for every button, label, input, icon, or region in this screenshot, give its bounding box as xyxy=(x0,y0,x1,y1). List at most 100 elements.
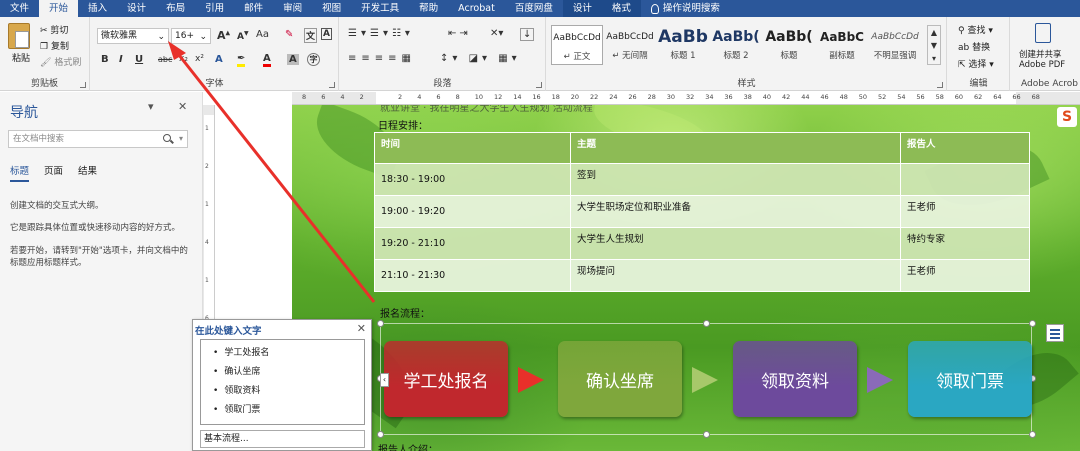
menu-tab[interactable]: 百度网盘 xyxy=(505,0,563,17)
underline-button[interactable]: U xyxy=(135,54,143,65)
styles-scroll-icon[interactable]: ▲ ▼ ▾ xyxy=(927,25,941,65)
text-pane-item[interactable]: 领取资料 xyxy=(213,384,364,403)
smartart-shape[interactable]: 领取门票 xyxy=(908,341,1032,417)
layout-options-icon[interactable] xyxy=(1046,324,1064,342)
menu-tab[interactable]: 开发工具 xyxy=(351,0,409,17)
menu-tab[interactable]: 帮助 xyxy=(409,0,448,17)
search-icon[interactable] xyxy=(163,134,171,142)
menu-tab[interactable]: 格式 xyxy=(601,0,641,17)
close-icon[interactable]: ✕ xyxy=(178,100,187,113)
style-item[interactable]: AaBb 标题 1 xyxy=(657,25,709,65)
style-item[interactable]: AaBbC 副标题 xyxy=(816,25,868,65)
resize-handle[interactable] xyxy=(1029,320,1036,327)
nav-search-input[interactable]: 在文档中搜索 ▾ xyxy=(8,130,188,148)
menu-tab[interactable]: 引用 xyxy=(195,0,234,17)
superscript-button[interactable]: x² xyxy=(195,54,204,64)
styles-launcher-icon[interactable] xyxy=(937,82,943,88)
table-cell[interactable]: 大学生人生规划 xyxy=(570,227,901,260)
char-shading-icon[interactable]: A xyxy=(287,54,299,65)
resize-handle[interactable] xyxy=(703,431,710,438)
indent-buttons-icon[interactable]: ⇤⇥ xyxy=(448,28,471,39)
menu-tab[interactable]: 审阅 xyxy=(273,0,312,17)
tab-pages[interactable]: 页面 xyxy=(44,163,63,182)
resize-handle[interactable] xyxy=(377,320,384,327)
style-item[interactable]: AaBb(标题 2 xyxy=(710,25,762,65)
nav-options-icon[interactable]: ▾ xyxy=(148,100,154,113)
text-pane-item[interactable]: 领取门票 xyxy=(213,403,364,422)
clear-format-icon[interactable]: ✎ xyxy=(285,29,293,40)
menu-tab[interactable]: 设计 xyxy=(562,0,602,17)
font-launcher-icon[interactable] xyxy=(329,82,335,88)
chinese-layout-icon[interactable]: ✕▾ xyxy=(490,28,503,39)
paste-button[interactable]: 粘贴 xyxy=(12,51,30,64)
table-cell[interactable]: 现场提问 xyxy=(570,259,901,292)
text-pane-item[interactable]: 确认坐席 xyxy=(213,365,364,384)
tab-headings[interactable]: 标题 xyxy=(10,163,30,182)
close-icon[interactable]: ✕ xyxy=(357,322,366,335)
sogou-ime-icon[interactable]: S xyxy=(1057,107,1077,127)
horizontal-ruler[interactable]: 8 6 4 2 2 4 6 8 10 12 14 16 18 20 22 24 26 28 30 32 34 36 38 40… xyxy=(292,92,1080,105)
menu-tab[interactable]: 开始 xyxy=(39,0,79,17)
style-item[interactable]: AaBbCcDd ↵ 正文 xyxy=(551,25,603,65)
tab-results[interactable]: 结果 xyxy=(78,163,97,182)
create-pdf-line2[interactable]: Adobe PDF xyxy=(1019,60,1065,70)
text-pane-item[interactable]: 学工处报名 xyxy=(213,346,364,365)
enclose-char-icon[interactable]: 字 xyxy=(307,53,320,66)
tell-me-search[interactable]: 操作说明搜索 xyxy=(641,0,730,17)
table-cell[interactable]: 18:30 - 19:00 xyxy=(374,163,571,196)
style-item[interactable]: AaBbCcDd ↵ 无间隔 xyxy=(604,25,656,65)
smartart-shape[interactable]: 领取资料 xyxy=(733,341,857,417)
spacing-buttons-icon[interactable]: ↕▾ ◪▾ ▦▾ xyxy=(440,53,521,64)
font-name-select[interactable]: 微软雅黑 ⌄ xyxy=(97,28,169,44)
table-cell[interactable]: 王老师 xyxy=(900,195,1030,228)
document-page[interactable]: 就业讲堂 · 我在明星之大学生人生规划 活动流程 日程安排： 时间 主题 报告人… xyxy=(292,105,1080,451)
menu-tab[interactable]: 设计 xyxy=(117,0,156,17)
table-cell[interactable]: 21:10 - 21:30 xyxy=(374,259,571,292)
style-item[interactable]: AaBbCcDd 不明显强调 xyxy=(869,25,921,65)
text-pane-list[interactable]: 学工处报名 确认坐席 领取资料 领取门票 xyxy=(200,339,365,425)
replace-button[interactable]: ab 替换 xyxy=(958,40,990,53)
text-effects-icon[interactable]: A xyxy=(215,54,223,65)
select-button[interactable]: ⇱ 选择 ▾ xyxy=(958,57,994,70)
menu-tab[interactable]: 布局 xyxy=(156,0,195,17)
format-painter-button[interactable]: 🖌 格式刷 xyxy=(40,55,81,68)
cut-button[interactable]: ✂ 剪切 xyxy=(40,23,68,36)
menu-tab[interactable]: 插入 xyxy=(78,0,117,17)
chevron-down-icon[interactable]: ▾ xyxy=(179,131,183,147)
find-button[interactable]: ⚲ 查找 ▾ xyxy=(958,23,993,36)
smartart-shape[interactable]: 确认坐席 xyxy=(558,341,682,417)
paragraph-launcher-icon[interactable] xyxy=(536,82,542,88)
font-size-select[interactable]: 16+ ⌄ xyxy=(171,28,211,44)
table-cell[interactable]: 签到 xyxy=(570,163,901,196)
table-cell[interactable]: 19:20 - 21:10 xyxy=(374,227,571,260)
style-item[interactable]: AaBb(标题 xyxy=(763,25,815,65)
sort-icon[interactable]: ↓ xyxy=(520,28,535,41)
resize-handle[interactable] xyxy=(377,431,384,438)
phonetic-guide-icon[interactable]: 文 xyxy=(304,28,318,43)
table-cell[interactable] xyxy=(900,163,1030,196)
menu-tab[interactable]: 视图 xyxy=(312,0,351,17)
shrink-font-button[interactable]: A▼ xyxy=(237,30,249,42)
menu-tab[interactable]: 文件 xyxy=(0,0,39,17)
change-case-button[interactable]: Aa xyxy=(256,29,269,40)
grow-font-button[interactable]: A▲ xyxy=(217,29,230,42)
smartart-shape[interactable]: 学工处报名 xyxy=(384,341,508,417)
subscript-button[interactable]: x₂ xyxy=(179,54,188,64)
copy-button[interactable]: ❐ 复制 xyxy=(40,39,69,52)
create-pdf-line1[interactable]: 创建并共享 xyxy=(1019,48,1062,60)
table-cell[interactable]: 特约专家 xyxy=(900,227,1030,260)
menu-tab[interactable]: 邮件 xyxy=(234,0,273,17)
bold-button[interactable]: B xyxy=(101,54,109,65)
highlight-icon[interactable]: ✒ xyxy=(237,53,246,67)
font-color-icon[interactable]: A xyxy=(263,53,271,67)
resize-handle[interactable] xyxy=(703,320,710,327)
strikethrough-button[interactable]: abc xyxy=(158,55,172,64)
menu-tab[interactable]: Acrobat xyxy=(448,0,505,17)
table-cell[interactable]: 19:00 - 19:20 xyxy=(374,195,571,228)
pdf-icon[interactable] xyxy=(1035,23,1051,43)
text-pane-toggle-icon[interactable]: ‹ xyxy=(380,373,389,387)
list-buttons-icon[interactable]: ☰▾☰▾☷▾ xyxy=(348,28,414,39)
clipboard-launcher-icon[interactable] xyxy=(80,82,86,88)
paste-icon[interactable] xyxy=(8,23,30,49)
italic-button[interactable]: I xyxy=(119,54,123,65)
